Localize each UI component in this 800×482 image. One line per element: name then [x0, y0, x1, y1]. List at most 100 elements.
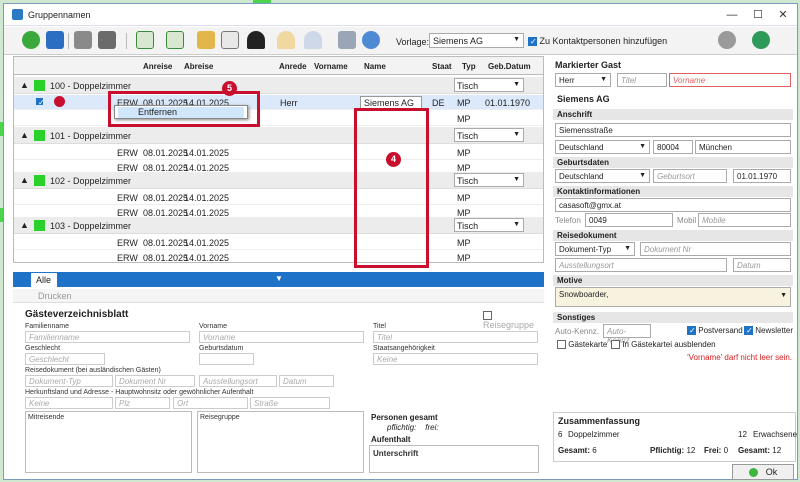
titel-input[interactable]: Titel: [373, 331, 538, 343]
person-icon[interactable]: [247, 31, 265, 49]
land-select[interactable]: Keine: [25, 397, 113, 409]
wand-icon[interactable]: [338, 31, 356, 49]
gear-icon[interactable]: [718, 31, 736, 49]
column-header-staat[interactable]: Staat: [432, 62, 452, 71]
context-menu[interactable]: Entfernen: [114, 105, 248, 119]
kartei-checkbox[interactable]: In Gästekartei ausblenden: [611, 340, 716, 350]
doknr-input[interactable]: Dokument Nr: [640, 242, 791, 256]
anrede-select[interactable]: Herr ▼: [555, 73, 611, 87]
row-anrede: Herr: [280, 98, 298, 108]
menu-item-entfernen[interactable]: Entfernen: [118, 107, 244, 118]
group-header[interactable]: ▲ 100 - Doppelzimmer Tisch ▼: [14, 77, 543, 94]
strasse-input[interactable]: Siemensstraße: [555, 123, 791, 137]
group-name: 102 - Doppelzimmer: [50, 176, 132, 186]
ausstellungsort-input[interactable]: Ausstellungsort: [199, 375, 277, 387]
table-row[interactable]: ERW 08.01.2025 14.01.2025 Herr Siemens A…: [14, 95, 543, 110]
mitreisende-box[interactable]: Mitreisende: [25, 411, 192, 473]
ort-input[interactable]: Ort: [173, 397, 248, 409]
group-header[interactable]: ▲ 103 - Doppelzimmer Tisch ▼: [14, 217, 543, 234]
geschlecht-select[interactable]: Geschlecht: [25, 353, 105, 365]
minimize-button[interactable]: —: [724, 8, 740, 22]
column-header-name[interactable]: Name: [364, 62, 386, 71]
summary-erw-count: 12: [738, 430, 747, 439]
vorlage-select[interactable]: Siemens AG ▼: [429, 33, 524, 48]
mobil-input[interactable]: Mobile: [698, 213, 791, 227]
tisch-select[interactable]: Tisch ▼: [454, 128, 524, 142]
add-group-icon[interactable]: [362, 31, 380, 49]
bottom-tab-strip: Alle ▼: [13, 272, 544, 287]
excel-import-icon[interactable]: [166, 31, 184, 49]
reisegruppe-box[interactable]: Reisegruppe: [197, 411, 364, 473]
table-row[interactable]: ERW 08.01.2025 14.01.2025 MP: [14, 190, 543, 205]
unterschrift-box[interactable]: Unterschrift: [369, 445, 539, 473]
collapse-icon[interactable]: ▲: [20, 80, 29, 90]
tisch-select[interactable]: Tisch ▼: [454, 173, 524, 187]
tab-alle[interactable]: Alle: [31, 273, 57, 287]
table-row[interactable]: MP: [14, 111, 543, 126]
table-row[interactable]: ERW 08.01.2025 14.01.2025 MP: [14, 235, 543, 250]
kontakt-checkbox-row[interactable]: Zu Kontaktpersonen hinzufügen: [528, 36, 667, 47]
staatsang-select[interactable]: Keine: [373, 353, 538, 365]
excel-export-icon[interactable]: [136, 31, 154, 49]
email-input[interactable]: casasoft@gmx.at: [555, 198, 791, 212]
group-header[interactable]: ▲ 101 - Doppelzimmer Tisch ▼: [14, 127, 543, 144]
geburtsdatum-input[interactable]: 01.01.1970: [733, 169, 791, 183]
column-header-anreise[interactable]: Anreise: [143, 62, 172, 71]
datum-input[interactable]: Datum: [733, 258, 791, 272]
geburtsort-input[interactable]: Geburtsort: [653, 169, 727, 183]
postversand-checkbox[interactable]: Postversand: [687, 326, 743, 336]
printer-dropdown-icon[interactable]: [98, 31, 116, 49]
column-header-vorname[interactable]: Vorname: [314, 62, 348, 71]
newsletter-checkbox[interactable]: Newsletter: [744, 326, 793, 336]
row-checkbox[interactable]: [36, 98, 45, 107]
book-icon[interactable]: [197, 31, 215, 49]
row-anreise: 08.01.2025: [143, 238, 189, 248]
ok-button[interactable]: Ok: [732, 464, 794, 480]
strasse-input[interactable]: Straße: [250, 397, 330, 409]
globe-icon[interactable]: [752, 31, 770, 49]
mitreisende-label: Mitreisende: [28, 414, 65, 421]
ausstellungsort-input[interactable]: Ausstellungsort: [555, 258, 727, 272]
titel-input[interactable]: Titel: [617, 73, 667, 87]
doktyp-select[interactable]: Dokument-Typ: [25, 375, 113, 387]
familienname-input[interactable]: Familienname: [25, 331, 190, 343]
table-row[interactable]: ERW 08.01.2025 14.01.2025 MP: [14, 250, 543, 262]
tisch-select[interactable]: Tisch ▼: [454, 218, 524, 232]
collapse-icon[interactable]: ▲: [20, 130, 29, 140]
group-header[interactable]: ▲ 102 - Doppelzimmer Tisch ▼: [14, 172, 543, 189]
column-header-gebdatum[interactable]: Geb.Datum: [488, 62, 531, 71]
geburtsland-select[interactable]: Deutschland ▼: [555, 169, 650, 183]
autokennz-input[interactable]: Auto-Kennz: [603, 324, 651, 345]
plz-input[interactable]: 80004: [653, 140, 693, 154]
telefon-input[interactable]: 0049: [585, 213, 673, 227]
form-title: Gästeverzeichnisblatt: [25, 309, 129, 320]
maximize-button[interactable]: ☐: [750, 8, 766, 22]
print-icon[interactable]: [74, 31, 92, 49]
refresh-icon[interactable]: [22, 31, 40, 49]
gaestekarte-checkbox[interactable]: Gästekarte: [557, 340, 607, 350]
vorname-input[interactable]: Vorname: [199, 331, 364, 343]
unterschrift-label: Unterschrift: [373, 449, 419, 458]
collapse-icon[interactable]: ▲: [20, 175, 29, 185]
land-select[interactable]: Deutschland ▼: [555, 140, 650, 154]
table-row[interactable]: ERW 08.01.2025 14.01.2025 MP: [14, 145, 543, 160]
doktyp-select[interactable]: Dokument-Typ ▼: [555, 242, 635, 256]
chevron-down-icon[interactable]: ▼: [275, 274, 283, 283]
plz-input[interactable]: Plz: [115, 397, 170, 409]
doknr-input[interactable]: Dokument Nr: [115, 375, 195, 387]
geburtsdatum-input[interactable]: [199, 353, 254, 365]
datum-input[interactable]: Datum: [279, 375, 334, 387]
kontakt-checkbox[interactable]: [528, 37, 537, 47]
search-document-icon[interactable]: [221, 31, 239, 49]
ort-input[interactable]: München: [695, 140, 791, 154]
collapse-icon[interactable]: ▲: [20, 220, 29, 230]
column-header-abreise[interactable]: Abreise: [184, 62, 213, 71]
vorname-input[interactable]: Vorname: [669, 73, 791, 87]
close-button[interactable]: ✕: [775, 8, 791, 22]
motive-select[interactable]: Snowboarder, ▼: [555, 287, 791, 307]
column-header-anrede[interactable]: Anrede: [279, 62, 307, 71]
tisch-select[interactable]: Tisch ▼: [454, 78, 524, 92]
column-header-typ[interactable]: Typ: [462, 62, 476, 71]
print-button[interactable]: Drucken: [38, 291, 72, 301]
save-icon[interactable]: [46, 31, 64, 49]
